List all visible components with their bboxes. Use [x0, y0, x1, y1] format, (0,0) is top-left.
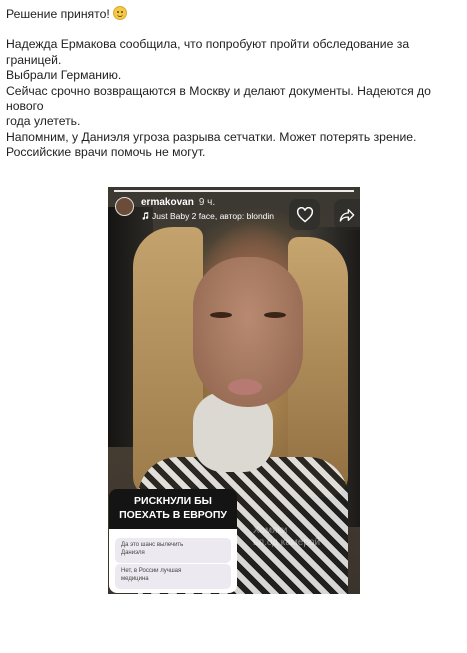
poll-question: РИСКНУЛИ БЫ ПОЕХАТЬ В ЕВРОПУ [109, 489, 237, 529]
story-music[interactable]: Just Baby 2 face, автор: blondin [141, 211, 274, 221]
avatar[interactable] [115, 197, 134, 216]
story-time: 9 ч. [198, 197, 216, 208]
post-line: Выбрали Германию. [6, 68, 122, 83]
story-username[interactable]: ermakovan 9 ч. [141, 197, 215, 208]
share-arrow-icon [339, 208, 355, 222]
poll-options: Да это шанс вылечить Даниэля Нет, в Росс… [109, 529, 237, 593]
story-screenshot[interactable]: ermakovan 9 ч. Just Baby 2 face, автор: b… [108, 187, 360, 594]
story-progress-bar [114, 190, 354, 192]
post-title-line: Решение принято! [6, 6, 464, 22]
eye-left [210, 312, 232, 318]
eye-right [264, 312, 286, 318]
story-poll: РИСКНУЛИ БЫ ПОЕХАТЬ В ЕВРОПУ Да это шанс… [109, 489, 237, 593]
poll-option-no[interactable]: Нет, в России лучшая медицина [115, 564, 231, 589]
post-line: Сейчас срочно возвращаются в Москву и де… [6, 83, 431, 114]
post-line: года улететь. [6, 114, 81, 129]
story-header: ermakovan 9 ч. Just Baby 2 face, автор: b… [108, 187, 360, 230]
like-button[interactable] [289, 199, 320, 230]
mouth [228, 379, 262, 395]
post-line: Российские врачи помочь не могут. [6, 145, 206, 160]
poll-option-yes[interactable]: Да это шанс вылечить Даниэля [115, 538, 231, 563]
share-button[interactable] [334, 199, 360, 230]
post-line: Надежда Ермакова сообщила, что попробуют… [6, 37, 410, 67]
post-text: Решение принято! Надежда Ермакова сообщи… [6, 6, 464, 161]
smiling-face-icon [113, 6, 128, 20]
watermark: Хомяки ьл.од камерой [253, 525, 321, 548]
post-line: Напомним, у Даниэля угроза разрыва сетча… [6, 129, 417, 144]
music-note-icon [142, 212, 149, 220]
heart-icon [296, 206, 313, 223]
